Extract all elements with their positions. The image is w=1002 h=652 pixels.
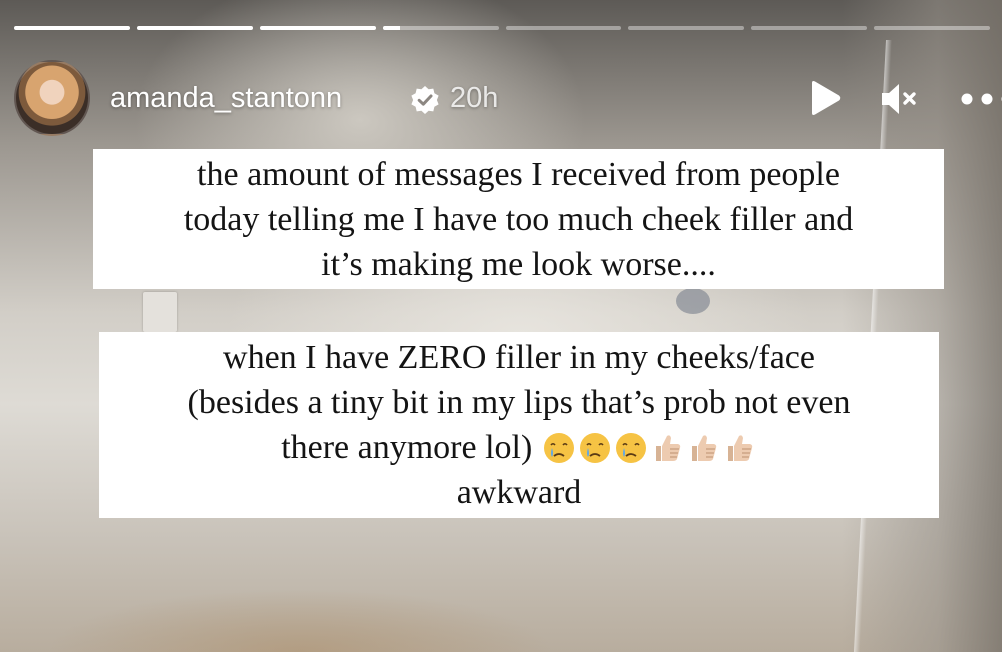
avatar[interactable]	[14, 60, 90, 136]
progress-segment	[628, 26, 745, 30]
story-progress-bar	[14, 26, 990, 30]
progress-segment	[751, 26, 868, 30]
caption-box-1: the amount of messages I received from p…	[93, 149, 944, 289]
caption-line: the amount of messages I received from p…	[197, 156, 840, 193]
progress-segment	[259, 26, 376, 30]
caption-line: today telling me I have too much cheek f…	[183, 201, 854, 238]
story-header: amanda_stantonn 20h	[14, 60, 1002, 140]
post-time: 20h	[450, 82, 499, 114]
face-holding-back-tears-icon	[615, 433, 646, 463]
caption-line: it’s making me look worse....	[321, 246, 716, 283]
background-light-switch	[143, 292, 177, 332]
caption-text: there anymore lol)	[281, 429, 533, 466]
mute-icon[interactable]	[880, 82, 920, 116]
caption-line-with-emojis: there anymore lol)	[99, 425, 939, 470]
face-holding-back-tears-icon	[579, 433, 610, 463]
caption-box-2: when I have ZERO filler in my cheeks/fac…	[99, 332, 939, 518]
emoji-row	[541, 429, 757, 466]
background-fixture	[676, 288, 710, 314]
progress-segment	[505, 26, 622, 30]
play-icon[interactable]	[808, 80, 842, 116]
progress-segment	[14, 26, 130, 30]
caption-line: when I have ZERO filler in my cheeks/fac…	[223, 339, 815, 376]
caption-line: awkward	[456, 474, 582, 511]
thumbs-up-icon	[655, 435, 681, 461]
background-floor	[0, 532, 1002, 652]
face-holding-back-tears-icon	[543, 433, 574, 463]
caption-line: (besides a tiny bit in my lips that’s pr…	[187, 384, 851, 421]
thumbs-up-icon	[727, 435, 753, 461]
username[interactable]: amanda_stantonn	[110, 82, 342, 115]
thumbs-up-icon	[691, 435, 717, 461]
more-icon[interactable]	[960, 92, 1002, 106]
progress-segment	[382, 26, 499, 30]
progress-segment	[136, 26, 253, 30]
progress-segment	[874, 26, 990, 30]
verified-badge-icon	[411, 86, 439, 114]
